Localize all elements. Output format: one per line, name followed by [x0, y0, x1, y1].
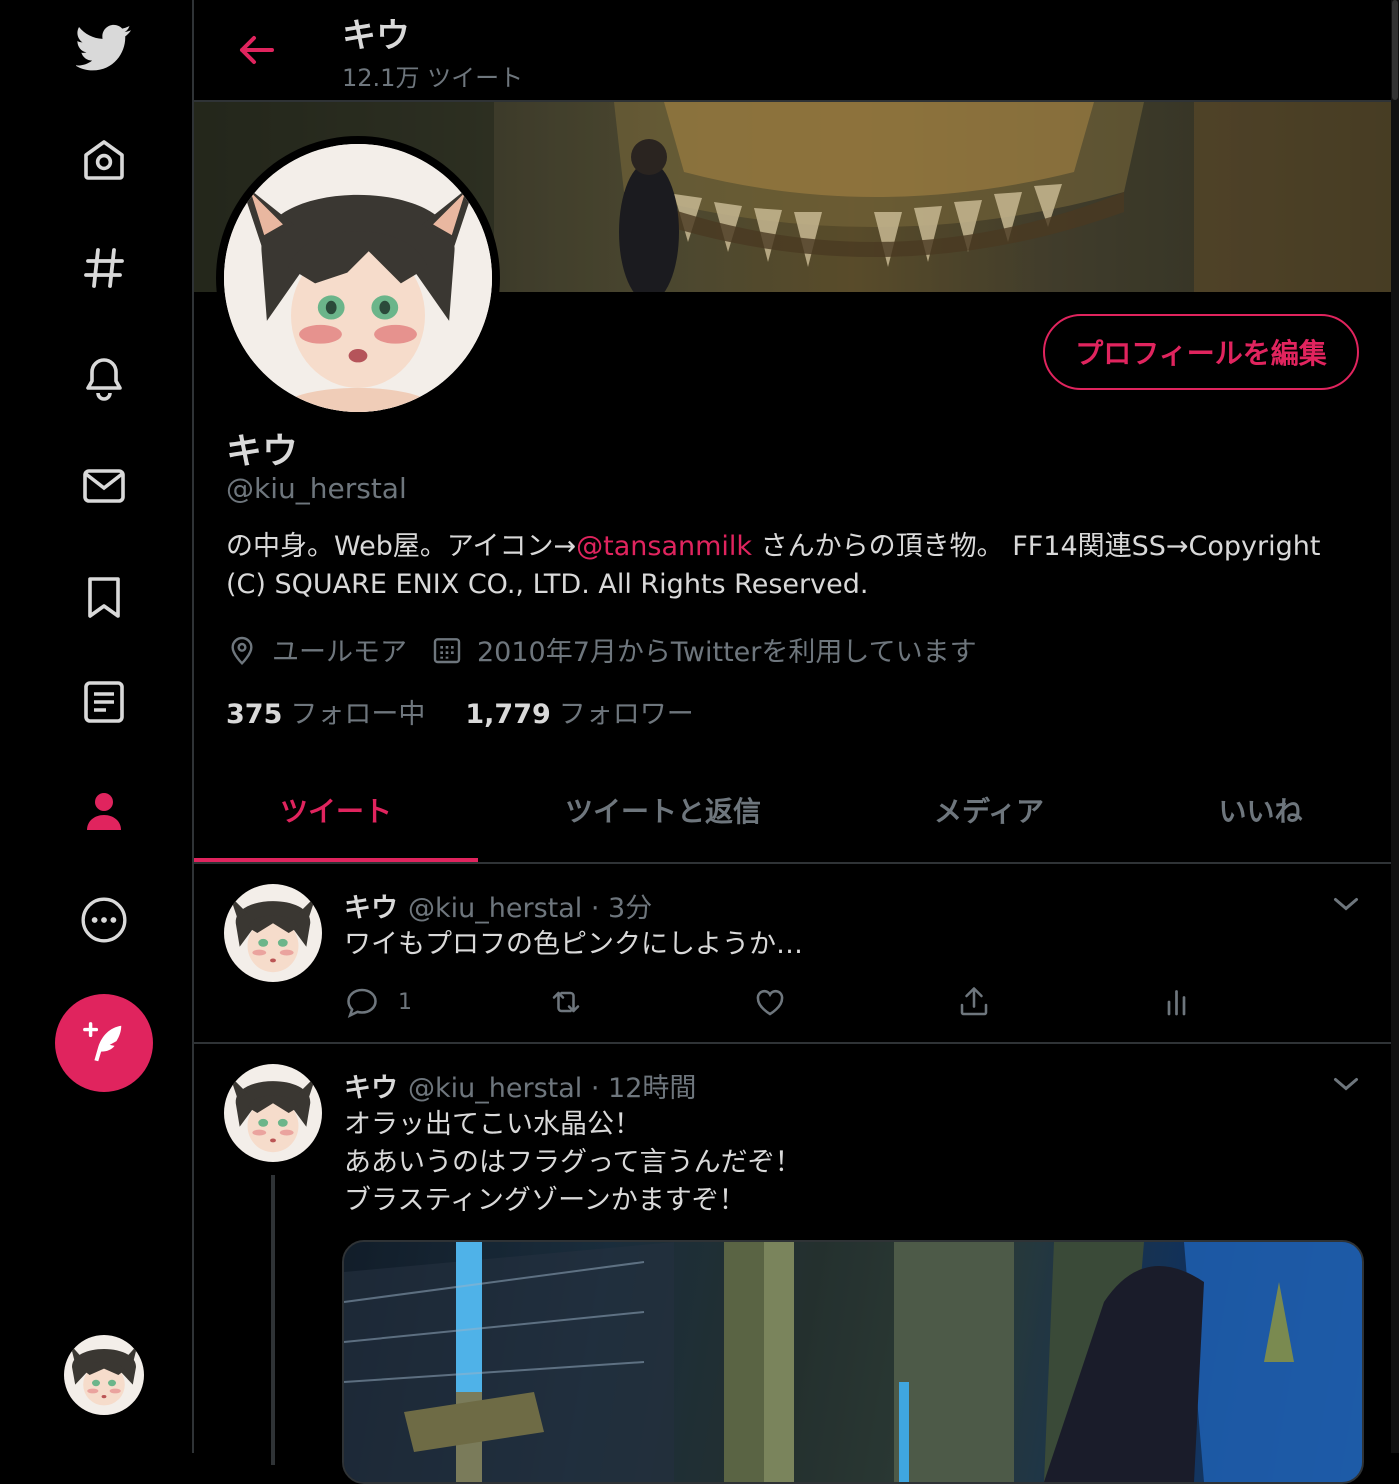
tweet-text: オラッ出てこい水晶公！ ああいうのはフラグって言うんだぞ！ ブラスティングゾーン…	[344, 1109, 802, 1216]
share-button[interactable]	[956, 984, 1160, 1020]
reply-count: 1	[398, 989, 412, 1015]
profile-avatar[interactable]	[216, 136, 500, 420]
following-link[interactable]: 375 フォロー中	[226, 692, 425, 731]
profile-header-bar: キウ 12.1万 ツイート	[194, 0, 1391, 102]
profile-joined: 2010年7月からTwitterを利用しています	[431, 630, 977, 669]
twitter-logo-icon[interactable]	[72, 16, 136, 80]
bio-text-start: の中身。Web屋。アイコン→	[226, 531, 577, 562]
following-count: 375	[226, 699, 283, 730]
share-icon	[960, 987, 988, 1016]
tab-likes[interactable]: いいね	[1130, 760, 1391, 860]
scrollbar-thumb[interactable]	[1392, 0, 1398, 100]
back-button[interactable]	[232, 26, 280, 74]
tweet-author-handle[interactable]: @kiu_herstal	[408, 893, 582, 924]
profile-location: ユールモア	[226, 630, 407, 669]
reply-icon	[347, 988, 377, 1018]
following-label: フォロー中	[290, 699, 426, 730]
profile-meta: ユールモア 2010年7月からTwitterを利用しています	[226, 630, 1001, 669]
scrollbar-track[interactable]	[1391, 0, 1399, 1453]
chevron-down-icon	[1334, 1078, 1358, 1091]
followers-count: 1,779	[465, 699, 551, 730]
thread-line	[271, 1175, 275, 1465]
tab-media[interactable]: メディア	[848, 760, 1130, 860]
heart-icon	[756, 989, 784, 1016]
location-pin-icon	[231, 636, 253, 665]
tweet-item[interactable]: キウ @kiu_herstal · 3分 ワイもプロフの色ピンクにしようか… 1	[194, 864, 1391, 1042]
followers-link[interactable]: 1,779 フォロワー	[465, 692, 693, 731]
tab-tweets-replies[interactable]: ツイートと返信	[478, 760, 848, 860]
retweet-icon	[552, 991, 580, 1013]
header-tweet-count: 12.1万 ツイート	[342, 64, 524, 92]
tweet-time[interactable]: · 12時間	[582, 1073, 697, 1104]
notifications-bell-icon[interactable]	[72, 346, 136, 410]
calendar-icon	[433, 637, 461, 663]
lists-icon[interactable]	[72, 670, 136, 734]
compose-tweet-button[interactable]	[55, 994, 153, 1092]
joined-text: 2010年7月からTwitterを利用しています	[477, 637, 977, 668]
location-text: ユールモア	[272, 637, 407, 668]
reply-button[interactable]: 1	[344, 984, 548, 1020]
like-button[interactable]	[752, 984, 956, 1020]
bookmarks-icon[interactable]	[72, 566, 136, 630]
profile-tabs: ツイート ツイートと返信 メディア いいね	[194, 760, 1391, 864]
bio-mention-link[interactable]: @tansanmilk	[576, 531, 752, 562]
retweet-button[interactable]	[548, 984, 752, 1020]
analytics-button[interactable]	[1160, 984, 1364, 1020]
sidebar	[0, 0, 194, 1453]
tweet-menu-button[interactable]	[1328, 886, 1364, 922]
tweet-header: キウ @kiu_herstal · 3分	[344, 886, 652, 925]
back-arrow-icon	[240, 36, 274, 64]
tweet-text: ワイもプロフの色ピンクにしようか…	[344, 929, 803, 960]
tweet-author-name[interactable]: キウ	[344, 893, 398, 924]
home-icon[interactable]	[72, 128, 136, 192]
tweet-author-name[interactable]: キウ	[344, 1073, 398, 1104]
messages-envelope-icon[interactable]	[72, 454, 136, 518]
chevron-down-icon	[1334, 898, 1358, 911]
tweet-menu-button[interactable]	[1328, 1066, 1364, 1102]
more-icon[interactable]	[72, 888, 136, 952]
tab-tweets[interactable]: ツイート	[194, 760, 478, 862]
profile-bio: の中身。Web屋。アイコン→@tansanmilk さんからの頂き物。 FF14…	[226, 528, 1366, 604]
edit-profile-button[interactable]: プロフィールを編集	[1043, 314, 1359, 390]
tweet-media-image[interactable]	[342, 1240, 1364, 1484]
tweet-header: キウ @kiu_herstal · 12時間	[344, 1066, 696, 1105]
account-avatar[interactable]	[64, 1335, 144, 1415]
followers-label: フォロワー	[558, 699, 694, 730]
tweet-time[interactable]: · 3分	[582, 893, 652, 924]
main-column: キウ 12.1万 ツイート プロフィールを編集 キウ @kiu_herstal …	[194, 0, 1391, 1484]
analytics-icon	[1167, 990, 1186, 1016]
tweet-avatar[interactable]	[224, 884, 322, 982]
profile-name: キウ	[226, 431, 299, 472]
header-name: キウ	[342, 16, 410, 56]
profile-icon[interactable]	[72, 780, 136, 844]
tweet-actions: 1	[344, 984, 1364, 1020]
profile-stats: 375 フォロー中 1,779 フォロワー	[226, 692, 734, 731]
tweet-author-handle[interactable]: @kiu_herstal	[408, 1073, 582, 1104]
profile-handle: @kiu_herstal	[226, 472, 407, 505]
tweet-avatar[interactable]	[224, 1064, 322, 1162]
compose-feather-icon	[83, 1022, 122, 1062]
explore-hash-icon[interactable]	[72, 236, 136, 300]
